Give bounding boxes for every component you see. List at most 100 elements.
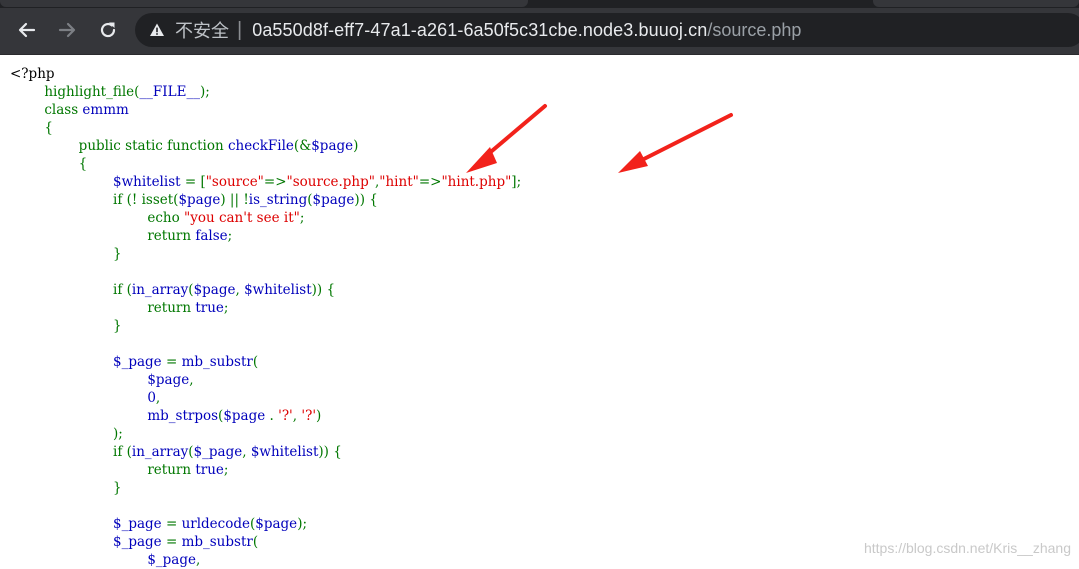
code-token: is_string xyxy=(248,192,308,208)
address-bar[interactable]: 不安全 | 0a550d8f-eff7-47a1-a261-6a50f5c31c… xyxy=(135,13,1079,47)
code-token: = xyxy=(165,354,182,370)
code-line: } xyxy=(10,245,521,263)
code-line: highlight_file(__FILE__); xyxy=(10,83,521,101)
code-token: "you can't see it" xyxy=(184,210,300,226)
code-token: public static function xyxy=(78,138,228,154)
code-token: = xyxy=(165,534,182,550)
code-token: if ( xyxy=(113,282,132,298)
reload-button[interactable] xyxy=(92,14,124,46)
code-token: ) xyxy=(353,138,359,154)
code-line: } xyxy=(10,317,521,335)
php-source-code: <?php highlight_file(__FILE__); class em… xyxy=(10,65,521,569)
code-token: '?' xyxy=(278,408,293,424)
code-token: ) || ! xyxy=(220,192,249,208)
watermark: https://blog.csdn.net/Kris__zhang xyxy=(863,540,1071,556)
code-token: true xyxy=(195,462,224,478)
code-token: if (! isset( xyxy=(113,192,179,208)
warning-triangle-icon[interactable] xyxy=(149,22,165,38)
code-token: "hint.php" xyxy=(441,174,512,190)
code-token: ; xyxy=(223,300,229,316)
code-token: "hint" xyxy=(379,174,419,190)
code-token: (& xyxy=(293,138,312,154)
code-token: if ( xyxy=(113,444,132,460)
code-token: $page xyxy=(193,282,236,298)
code-token: false xyxy=(195,228,228,244)
red-arrow-hint xyxy=(618,113,733,173)
code-line: class emmm xyxy=(10,101,521,119)
code-token: highlight_file( xyxy=(44,84,140,100)
code-token: ]; xyxy=(511,174,522,190)
code-token: ); xyxy=(199,84,210,100)
code-token: $page xyxy=(10,372,190,388)
code-line: $page, xyxy=(10,371,521,389)
code-line: $whitelist = ["source"=>"source.php","hi… xyxy=(10,173,521,191)
forward-button[interactable] xyxy=(51,14,83,46)
code-line: } xyxy=(10,479,521,497)
code-token: $page xyxy=(178,192,221,208)
code-token: $page xyxy=(311,138,354,154)
tab-strip xyxy=(0,0,1079,8)
code-token: __FILE__ xyxy=(139,84,200,100)
code-token: <?php xyxy=(10,66,55,82)
code-token: '?' xyxy=(301,408,317,424)
code-line: $_page = mb_substr( xyxy=(10,353,521,371)
reload-icon xyxy=(100,22,116,38)
code-token: = xyxy=(165,516,182,532)
code-token: $_page xyxy=(10,354,166,370)
code-token: return xyxy=(147,228,196,244)
code-line: if (in_array($_page, $whitelist)) { xyxy=(10,443,521,461)
code-token: ) xyxy=(316,408,322,424)
code-line: echo "you can't see it"; xyxy=(10,209,521,227)
code-token: ; xyxy=(227,228,233,244)
code-token: $page xyxy=(255,516,298,532)
code-line: { xyxy=(10,155,521,173)
code-token: true xyxy=(195,300,224,316)
code-token: mb_substr xyxy=(181,354,253,370)
code-token: echo xyxy=(147,210,184,226)
back-button[interactable] xyxy=(11,14,43,46)
code-token: )) { xyxy=(354,192,378,208)
code-token: checkFile xyxy=(227,138,294,154)
code-token: } xyxy=(113,246,122,262)
code-token: $page xyxy=(312,192,355,208)
browser-tab[interactable] xyxy=(0,0,528,7)
code-line: $_page = mb_substr( xyxy=(10,533,521,551)
code-line: return false; xyxy=(10,227,521,245)
code-line: if (in_array($page, $whitelist)) { xyxy=(10,281,521,299)
code-token: $whitelist xyxy=(244,282,312,298)
code-token: , xyxy=(189,372,194,388)
code-token: return xyxy=(147,300,196,316)
code-token: "source" xyxy=(205,174,264,190)
code-token: $_page xyxy=(193,444,243,460)
browser-toolbar: 不安全 | 0a550d8f-eff7-47a1-a261-6a50f5c31c… xyxy=(0,8,1079,55)
code-token: $whitelist xyxy=(250,444,319,460)
code-token: , xyxy=(242,444,251,460)
code-token: , xyxy=(155,390,161,406)
code-token: urldecode xyxy=(181,516,250,532)
code-line: $_page, xyxy=(10,551,521,569)
arrow-right-icon xyxy=(58,22,76,38)
code-token: class xyxy=(44,102,83,118)
code-token: return xyxy=(147,462,196,478)
browser-tab[interactable] xyxy=(873,0,1079,7)
code-token: ( xyxy=(252,534,259,550)
code-token: mb_substr xyxy=(181,534,253,550)
code-token: , xyxy=(235,282,245,298)
code-token: "source.php" xyxy=(286,174,375,190)
code-token: { xyxy=(78,156,88,172)
security-status-label[interactable]: 不安全 xyxy=(175,17,229,43)
code-token: 0 xyxy=(10,390,156,406)
